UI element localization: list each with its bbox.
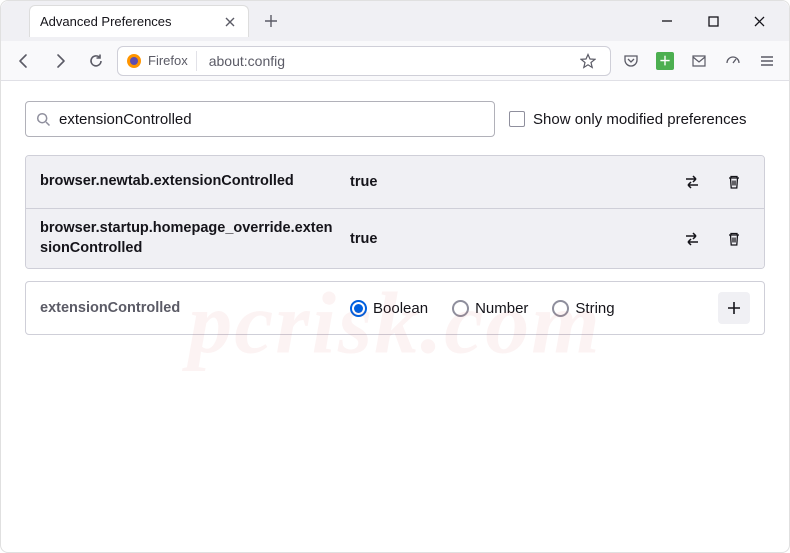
pref-name: browser.startup.homepage_override.extens… — [40, 219, 340, 258]
content-area: Show only modified preferences browser.n… — [1, 81, 789, 355]
results-table: browser.newtab.extensionControlled true … — [25, 155, 765, 269]
forward-button[interactable] — [45, 46, 75, 76]
row-actions — [676, 166, 750, 198]
search-row: Show only modified preferences — [25, 101, 765, 137]
inbox-icon[interactable] — [685, 47, 713, 75]
maximize-button[interactable] — [699, 7, 727, 35]
show-modified-checkbox[interactable]: Show only modified preferences — [509, 111, 746, 128]
firefox-logo-icon — [126, 53, 142, 69]
pref-value: true — [350, 174, 666, 190]
tabs-area: Advanced Preferences — [1, 5, 637, 37]
search-box[interactable] — [25, 101, 495, 137]
pocket-icon[interactable] — [617, 47, 645, 75]
minimize-button[interactable] — [653, 7, 681, 35]
add-button[interactable] — [718, 292, 750, 324]
delete-button[interactable] — [718, 166, 750, 198]
radio-unchecked-icon — [552, 300, 569, 317]
back-button[interactable] — [9, 46, 39, 76]
new-tab-button[interactable] — [257, 7, 285, 35]
radio-unchecked-icon — [452, 300, 469, 317]
table-row[interactable]: browser.startup.homepage_override.extens… — [26, 208, 764, 268]
checkbox-icon — [509, 111, 525, 127]
delete-button[interactable] — [718, 223, 750, 255]
checkbox-label-text: Show only modified preferences — [533, 111, 746, 128]
titlebar: Advanced Preferences — [1, 1, 789, 41]
reload-button[interactable] — [81, 46, 111, 76]
url-text: about:config — [209, 53, 285, 69]
app-menu-button[interactable] — [753, 47, 781, 75]
search-input[interactable] — [59, 111, 484, 128]
identity-box[interactable]: Firefox — [126, 51, 197, 71]
url-bar[interactable]: Firefox about:config — [117, 46, 611, 76]
toggle-button[interactable] — [676, 166, 708, 198]
navigation-toolbar: Firefox about:config ＋ — [1, 41, 789, 81]
tab-title: Advanced Preferences — [40, 14, 172, 29]
radio-string[interactable]: String — [552, 300, 614, 317]
radio-label: Boolean — [373, 300, 428, 317]
toggle-button[interactable] — [676, 223, 708, 255]
search-icon — [36, 112, 51, 127]
radio-checked-icon — [350, 300, 367, 317]
add-new-name: extensionControlled — [40, 300, 340, 316]
table-row[interactable]: browser.newtab.extensionControlled true — [26, 156, 764, 208]
identity-label: Firefox — [148, 53, 188, 68]
active-tab[interactable]: Advanced Preferences — [29, 5, 249, 37]
dashboard-icon[interactable] — [719, 47, 747, 75]
pref-name: browser.newtab.extensionControlled — [40, 172, 340, 192]
radio-label: Number — [475, 300, 528, 317]
radio-number[interactable]: Number — [452, 300, 528, 317]
row-actions — [676, 223, 750, 255]
close-tab-button[interactable] — [222, 14, 238, 30]
window-controls — [637, 7, 789, 35]
radio-label: String — [575, 300, 614, 317]
type-radio-group: Boolean Number String — [350, 300, 708, 317]
close-window-button[interactable] — [745, 7, 773, 35]
pref-value: true — [350, 231, 666, 247]
add-new-row: extensionControlled Boolean Number Strin… — [25, 281, 765, 335]
radio-boolean[interactable]: Boolean — [350, 300, 428, 317]
extension-green-icon[interactable]: ＋ — [651, 47, 679, 75]
bookmark-star-icon[interactable] — [574, 47, 602, 75]
